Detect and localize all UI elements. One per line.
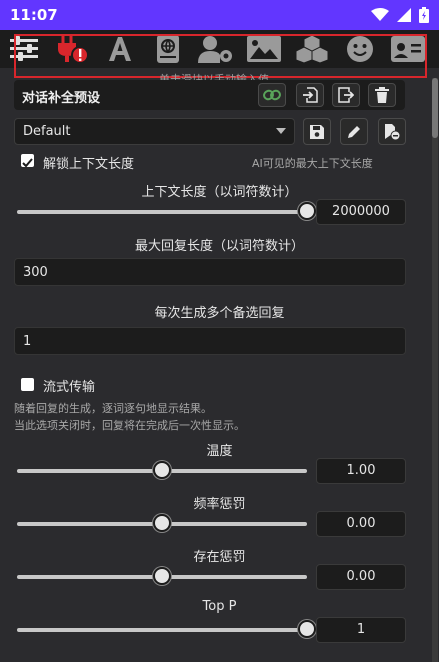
user-gear-icon <box>198 36 232 63</box>
check-icon <box>22 158 33 168</box>
pencil-icon <box>348 125 360 138</box>
preset-select-value: Default <box>23 124 71 139</box>
link-icon <box>263 89 281 101</box>
context-length-slider[interactable] <box>17 202 316 220</box>
import-preset-button[interactable] <box>296 83 324 107</box>
preset-select[interactable]: Default <box>14 118 295 145</box>
font-icon <box>109 37 131 61</box>
nav-user-settings[interactable] <box>192 30 240 68</box>
delete-preset-button[interactable] <box>368 83 396 107</box>
status-time: 11:07 <box>10 6 58 24</box>
presence-penalty-label: 存在惩罚 <box>193 550 246 565</box>
signal-icon <box>397 8 411 22</box>
link-button[interactable] <box>258 83 286 107</box>
save-preset-button[interactable] <box>303 118 331 145</box>
presence-penalty-input[interactable]: 0.00 <box>316 564 406 590</box>
image-icon <box>247 36 281 62</box>
top-nav <box>0 30 439 68</box>
top-p-thumb[interactable] <box>298 620 316 638</box>
nav-extensions[interactable] <box>288 30 336 68</box>
reset-preset-button[interactable] <box>378 118 406 145</box>
status-bar: 11:07 <box>0 0 439 30</box>
floppy-disk-icon <box>310 124 324 139</box>
max-response-input[interactable]: 300 <box>14 258 406 286</box>
context-note: AI可见的最大上下文长度 <box>252 157 373 170</box>
nav-api-connections[interactable] <box>48 30 96 68</box>
scrollbar-thumb[interactable] <box>432 78 438 138</box>
context-length-label: 上下文长度（以词符数计） <box>141 185 298 200</box>
chevron-down-icon <box>276 128 286 134</box>
wifi-icon <box>371 8 389 21</box>
preset-title-row: 对话补全预设 <box>14 80 405 110</box>
settings-panel: 对话补全预设 Default 解锁上下文长度 AI可见的最大上下文长度 上下文长… <box>0 78 439 662</box>
file-import-icon <box>303 87 318 103</box>
unlock-context-label: 解锁上下文长度 <box>43 157 135 172</box>
top-p-label: Top P <box>202 599 237 614</box>
candidates-label: 每次生成多个备选回复 <box>154 306 285 321</box>
file-export-icon <box>338 87 354 103</box>
panel-scrollbar[interactable] <box>432 78 438 662</box>
book-atlas-icon <box>157 35 179 63</box>
face-smile-icon <box>347 36 373 62</box>
top-p-input[interactable]: 1 <box>316 617 406 643</box>
frequency-penalty-input[interactable]: 0.00 <box>316 511 406 537</box>
nav-persona[interactable] <box>336 30 384 68</box>
temperature-slider[interactable] <box>17 461 307 479</box>
streaming-checkbox[interactable] <box>21 378 34 391</box>
nav-backgrounds[interactable] <box>240 30 288 68</box>
system-icons <box>371 7 429 23</box>
nav-world-info[interactable] <box>144 30 192 68</box>
nav-ai-settings[interactable] <box>0 30 48 68</box>
top-p-slider[interactable] <box>17 620 316 638</box>
streaming-desc-2: 当此选项关闭时，回复将在完成后一次性显示。 <box>14 419 245 432</box>
temperature-label: 温度 <box>206 444 233 459</box>
preset-title: 对话补全预设 <box>22 91 101 106</box>
context-length-thumb[interactable] <box>298 202 316 220</box>
nav-characters[interactable] <box>384 30 432 68</box>
max-response-label: 最大回复长度（以词符数计） <box>134 239 304 254</box>
frequency-penalty-slider[interactable] <box>17 514 307 532</box>
presence-penalty-slider[interactable] <box>17 567 307 585</box>
id-card-icon <box>391 36 425 62</box>
export-preset-button[interactable] <box>332 83 360 107</box>
battery-icon <box>419 7 429 23</box>
nav-formatting[interactable] <box>96 30 144 68</box>
rename-preset-button[interactable] <box>340 118 368 145</box>
cubes-icon <box>296 35 328 63</box>
context-length-input[interactable]: 2000000 <box>316 199 406 225</box>
file-reset-icon <box>385 123 400 140</box>
presence-penalty-thumb[interactable] <box>153 567 171 585</box>
unlock-context-checkbox[interactable] <box>21 154 34 168</box>
trash-icon <box>375 87 389 103</box>
sliders-icon <box>10 36 38 61</box>
candidates-input[interactable]: 1 <box>14 327 406 355</box>
temperature-input[interactable]: 1.00 <box>316 458 406 484</box>
frequency-penalty-thumb[interactable] <box>153 514 171 532</box>
plug-alert-icon <box>58 36 89 64</box>
temperature-thumb[interactable] <box>153 461 171 479</box>
streaming-desc-1: 随着回复的生成，逐词逐句地显示结果。 <box>14 402 212 415</box>
streaming-label: 流式传输 <box>43 380 96 395</box>
frequency-penalty-label: 频率惩罚 <box>193 497 246 512</box>
